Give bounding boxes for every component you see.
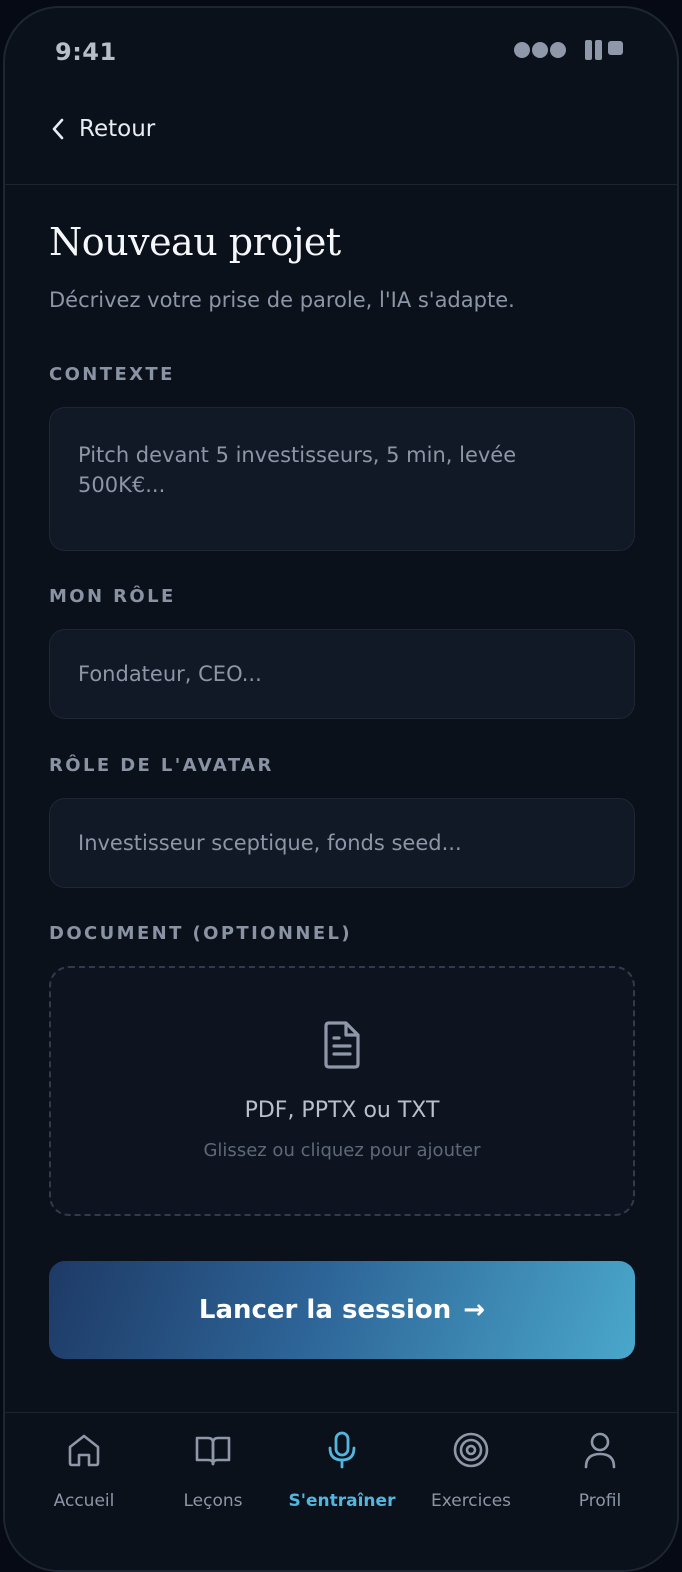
- page-subtitle: Décrivez votre prise de parole, l'IA s'a…: [49, 288, 515, 312]
- back-label: Retour: [79, 116, 156, 142]
- bottom-tab-bar: Accueil Leçons S'entraîner Exercices Pro…: [5, 1412, 677, 1570]
- book-icon: [195, 1436, 231, 1466]
- document-label: DOCUMENT (OPTIONNEL): [49, 923, 353, 944]
- my-role-label: MON RÔLE: [49, 586, 176, 607]
- tab-label: Accueil: [53, 1491, 115, 1511]
- back-button[interactable]: Retour: [51, 116, 155, 142]
- arrow-right-icon: →: [463, 1295, 486, 1325]
- battery-icon: [595, 40, 602, 60]
- status-time: 9:41: [55, 38, 117, 66]
- signal-icon: [514, 42, 530, 58]
- file-text-icon: [324, 1021, 360, 1069]
- status-bar: 9:41: [5, 8, 677, 98]
- launch-session-button[interactable]: Lancer la session →: [49, 1261, 635, 1359]
- tab-exercices[interactable]: Exercices: [406, 1413, 536, 1533]
- context-label: CONTEXTE: [49, 364, 175, 385]
- avatar-role-label: RÔLE DE L'AVATAR: [49, 755, 274, 776]
- page-title: Nouveau projet: [49, 220, 341, 264]
- upload-formats: PDF, PPTX ou TXT: [244, 1098, 440, 1123]
- home-icon: [68, 1434, 100, 1467]
- context-input[interactable]: [49, 407, 635, 551]
- tab-sentrainer[interactable]: S'entraîner: [277, 1413, 407, 1533]
- chevron-left-icon: [52, 118, 64, 140]
- tab-lecons[interactable]: Leçons: [148, 1413, 278, 1533]
- battery-icon: [608, 41, 623, 55]
- my-role-input[interactable]: [49, 629, 635, 719]
- launch-session-label: Lancer la session: [198, 1295, 452, 1325]
- phone-frame: 9:41 Retour Nouveau projet Décrivez votr…: [3, 6, 679, 1572]
- battery-icon: [585, 40, 592, 60]
- status-icons: [514, 40, 623, 60]
- signal-icon: [550, 42, 566, 58]
- tab-label: Profil: [578, 1491, 622, 1511]
- avatar-role-input[interactable]: [49, 798, 635, 888]
- user-icon: [584, 1432, 616, 1469]
- document-upload-zone[interactable]: PDF, PPTX ou TXT Glissez ou cliquez pour…: [49, 966, 635, 1216]
- tab-label: S'entraîner: [288, 1491, 396, 1511]
- upload-hint: Glissez ou cliquez pour ajouter: [203, 1140, 481, 1161]
- top-navigation: Retour: [5, 98, 677, 185]
- tab-label: Leçons: [183, 1491, 243, 1511]
- microphone-icon: [328, 1431, 356, 1469]
- tab-label: Exercices: [430, 1491, 512, 1511]
- tab-accueil[interactable]: Accueil: [19, 1413, 149, 1533]
- target-icon: [453, 1432, 489, 1468]
- tab-profil[interactable]: Profil: [535, 1413, 665, 1533]
- signal-icon: [532, 42, 548, 58]
